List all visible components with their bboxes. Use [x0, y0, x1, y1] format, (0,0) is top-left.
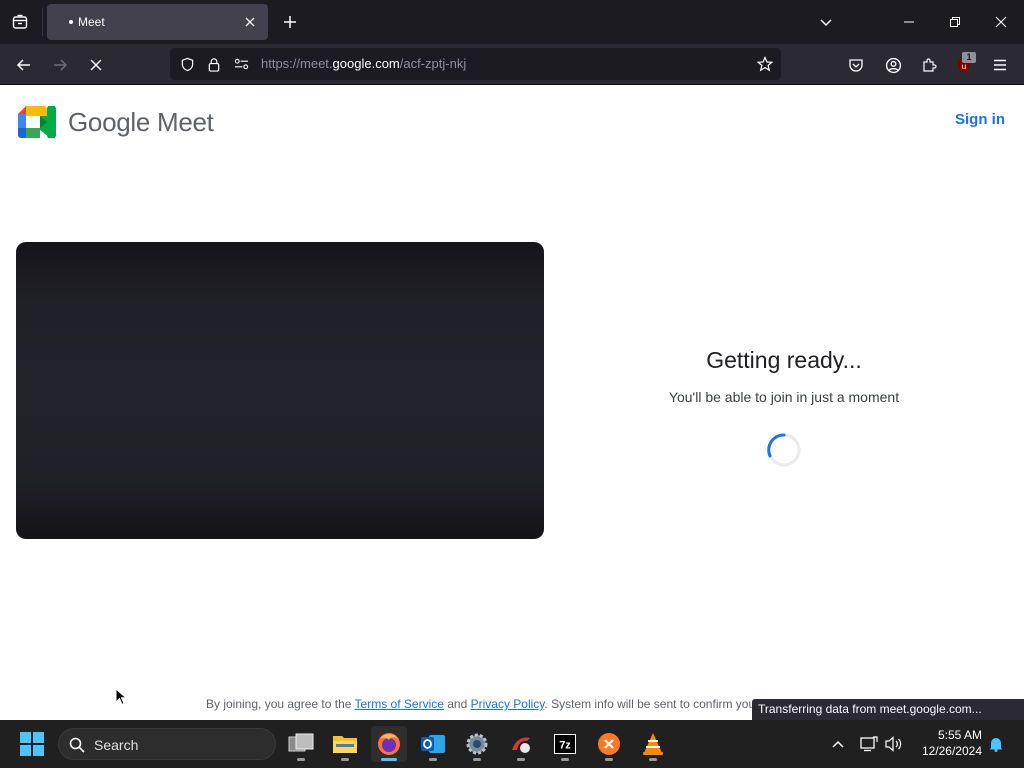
app-indicator — [517, 758, 525, 761]
account-icon[interactable] — [882, 54, 904, 76]
app-indicator — [649, 758, 657, 761]
search-icon — [69, 737, 85, 753]
file-explorer-icon[interactable] — [327, 726, 363, 762]
getting-ready-heading: Getting ready... — [706, 347, 862, 373]
back-arrow-icon[interactable] — [13, 54, 35, 76]
list-all-tabs-icon[interactable] — [816, 12, 836, 32]
new-tab-icon[interactable] — [280, 12, 300, 32]
close-tab-icon[interactable] — [242, 14, 258, 30]
network-icon[interactable] — [859, 734, 879, 754]
loading-spinner-icon — [767, 433, 801, 467]
footer-prefix: By joining, you agree to the — [206, 697, 355, 711]
meet-page: Google Meet Sign in Getting ready... You… — [0, 85, 1024, 720]
outlook-icon[interactable] — [415, 726, 451, 762]
app-menu-hamburger-icon[interactable] — [989, 54, 1011, 76]
app-indicator — [381, 758, 397, 761]
tab-separator — [42, 8, 43, 36]
app-indicator — [473, 758, 481, 761]
windows-taskbar: Search 7z 5:55 AM 12/26/2024 — [0, 720, 1024, 768]
footer-and: and — [443, 697, 471, 711]
url-text[interactable]: https://meet.google.com/acf-zptj-nkj — [261, 56, 466, 71]
clock-time: 5:55 AM — [937, 728, 982, 742]
close-window-icon[interactable] — [989, 10, 1013, 34]
brand-title: Google Meet — [68, 107, 214, 137]
settings-gear-icon[interactable] — [459, 726, 495, 762]
firefox-view-icon[interactable] — [8, 10, 32, 34]
site-permissions-icon[interactable] — [233, 56, 249, 72]
lock-icon[interactable] — [206, 56, 222, 72]
privacy-policy-link[interactable]: Privacy Policy — [471, 697, 545, 711]
show-hidden-icons-chevron-icon[interactable] — [828, 734, 848, 754]
mouse-pointer-icon — [115, 688, 127, 706]
bookmark-star-icon[interactable] — [757, 56, 773, 72]
app-indicator — [429, 758, 437, 761]
app-indicator — [561, 758, 569, 761]
sign-in-link[interactable]: Sign in — [955, 111, 1005, 128]
app-indicator — [605, 758, 613, 761]
extensions-puzzle-icon[interactable] — [918, 54, 940, 76]
url-prefix: https://meet. — [261, 56, 333, 71]
task-view-icon[interactable] — [283, 726, 319, 762]
tracking-protection-shield-icon[interactable] — [179, 56, 195, 72]
extension-badge-count: 1 — [962, 52, 976, 63]
google-meet-logo-icon — [18, 106, 56, 138]
volume-icon[interactable] — [884, 734, 904, 754]
clock-date: 12/26/2024 — [921, 744, 982, 758]
minimize-icon[interactable] — [897, 10, 921, 34]
browser-tab-bar: Meet — [0, 0, 1024, 44]
forward-arrow-icon[interactable] — [49, 54, 71, 76]
ccleaner-icon[interactable] — [503, 726, 539, 762]
search-label: Search — [94, 737, 139, 753]
status-panel: Transferring data from meet.google.com..… — [752, 699, 1024, 720]
app-indicator — [297, 758, 305, 761]
firefox-taskbar-icon[interactable] — [371, 726, 407, 762]
vlc-icon[interactable] — [635, 726, 671, 762]
system-clock[interactable]: 5:55 AM 12/26/2024 — [912, 727, 982, 759]
getting-ready-subtitle: You'll be able to join in just a moment — [668, 389, 900, 405]
stop-loading-icon[interactable] — [85, 54, 107, 76]
browser-nav-bar: https://meet.google.com/acf-zptj-nkj u — [0, 44, 1024, 85]
terms-of-service-link[interactable]: Terms of Service — [355, 697, 444, 711]
7zip-icon[interactable]: 7z — [547, 726, 583, 762]
tab-title: Meet — [78, 15, 105, 29]
app-indicator — [341, 758, 349, 761]
taskbar-search-box[interactable]: Search — [58, 728, 276, 760]
xampp-icon[interactable] — [591, 726, 627, 762]
url-host: google.com — [332, 56, 400, 71]
windows-start-icon[interactable] — [20, 732, 44, 756]
svg-text:7z: 7z — [559, 740, 571, 752]
url-path: /acf-zptj-nkj — [399, 56, 467, 71]
tab-loading-dot — [69, 20, 73, 24]
terms-footer: By joining, you agree to the Terms of Se… — [206, 697, 755, 711]
notification-bell-icon[interactable] — [986, 734, 1006, 754]
video-preview — [16, 242, 544, 539]
restore-icon[interactable] — [943, 10, 967, 34]
pocket-icon[interactable] — [845, 54, 867, 76]
address-bar[interactable]: https://meet.google.com/acf-zptj-nkj — [170, 48, 781, 80]
tab-meet[interactable]: Meet — [47, 4, 268, 40]
footer-suffix: . System info will be sent to confirm yo… — [544, 697, 756, 711]
